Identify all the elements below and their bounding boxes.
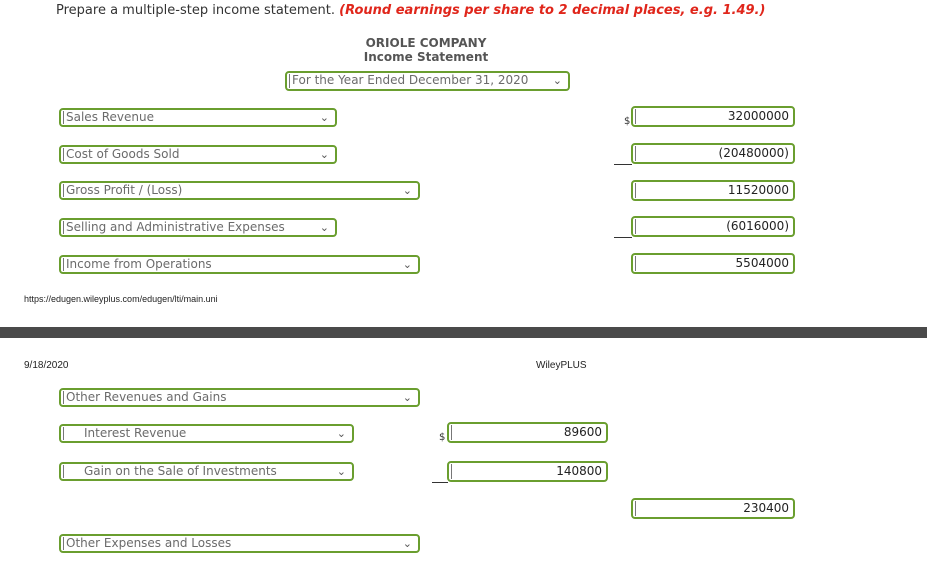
sales-revenue-select[interactable]: Sales Revenue ⌄ [59,108,337,127]
chevron-down-icon: ⌄ [319,148,329,161]
cost-of-goods-sold-select[interactable]: Cost of Goods Sold ⌄ [59,145,337,164]
cost-of-goods-sold-amount[interactable]: (20480000) [631,143,795,164]
interest-revenue-label: Interest Revenue [84,426,187,440]
brand-name: WileyPLUS [536,360,587,371]
other-revenues-select[interactable]: Other Revenues and Gains ⌄ [59,388,420,407]
income-operations-label: Income from Operations [66,257,212,271]
cost-of-goods-sold-label: Cost of Goods Sold [66,147,180,161]
period-select-value: For the Year Ended December 31, 2020 [292,73,529,87]
gain-investments-amount[interactable]: 140800 [447,461,608,482]
company-name: ORIOLE COMPANY [365,36,487,50]
rounding-note: (Round earnings per share to 2 decimal p… [339,3,766,18]
other-revenues-label: Other Revenues and Gains [66,390,227,404]
chevron-down-icon: ⌄ [402,184,412,197]
gain-investments-select[interactable]: Gain on the Sale of Investments ⌄ [59,462,354,481]
chevron-down-icon: ⌄ [402,537,412,550]
selling-admin-label: Selling and Administrative Expenses [66,220,285,234]
sales-revenue-label: Sales Revenue [66,110,155,124]
sales-revenue-amount[interactable]: 32000000 [631,106,795,127]
dollar-sign: $ [439,432,446,443]
selling-admin-amount[interactable]: (6016000) [631,216,795,237]
interest-revenue-amount[interactable]: 89600 [447,422,608,443]
gross-profit-label: Gross Profit / (Loss) [66,183,183,197]
instructions-text: Prepare a multiple-step income statement… [56,3,336,18]
dollar-sign: $ [624,116,631,127]
underline [614,164,632,165]
page-url: https://edugen.wileyplus.com/edugen/lti/… [24,294,218,304]
other-revenues-total-amount[interactable]: 230400 [631,498,795,519]
other-expenses-label: Other Expenses and Losses [66,536,232,550]
statement-title: Income Statement [363,50,489,64]
chevron-down-icon: ⌄ [336,465,346,478]
interest-revenue-select[interactable]: Interest Revenue ⌄ [59,424,354,443]
chevron-down-icon: ⌄ [319,111,329,124]
underline [432,482,448,483]
income-operations-amount[interactable]: 5504000 [631,253,795,274]
selling-admin-select[interactable]: Selling and Administrative Expenses ⌄ [59,218,337,237]
chevron-down-icon: ⌄ [552,74,562,87]
print-date: 9/18/2020 [24,360,69,371]
other-expenses-select[interactable]: Other Expenses and Losses ⌄ [59,534,420,553]
chevron-down-icon: ⌄ [319,221,329,234]
income-operations-select[interactable]: Income from Operations ⌄ [59,255,420,274]
chevron-down-icon: ⌄ [336,427,346,440]
underline [614,237,632,238]
period-select[interactable]: For the Year Ended December 31, 2020 ⌄ [285,71,570,91]
gross-profit-amount[interactable]: 11520000 [631,180,795,201]
instructions: Prepare a multiple-step income statement… [56,3,765,18]
gross-profit-select[interactable]: Gross Profit / (Loss) ⌄ [59,181,420,200]
page-divider [0,327,927,338]
chevron-down-icon: ⌄ [402,391,412,404]
gain-investments-label: Gain on the Sale of Investments [84,464,277,478]
chevron-down-icon: ⌄ [402,258,412,271]
